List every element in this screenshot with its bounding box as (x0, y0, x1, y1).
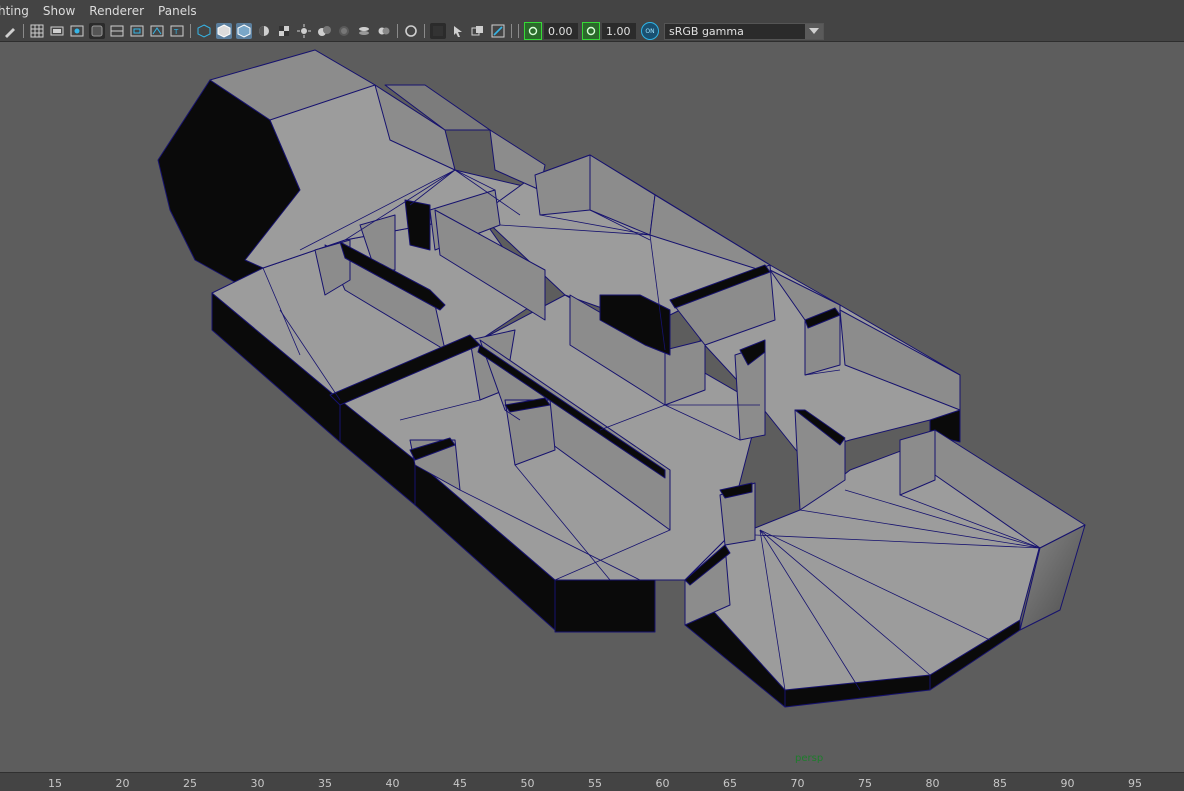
multisample-aa-button[interactable] (356, 23, 372, 39)
use-all-lights-button[interactable] (276, 23, 292, 39)
textured-icon (259, 26, 269, 36)
exposure-field[interactable]: 0.00 (544, 23, 578, 39)
ruler-tick-label: 65 (723, 777, 737, 790)
menu-lighting[interactable]: hting (0, 4, 29, 18)
film-gate-button[interactable] (49, 23, 65, 39)
wireframe-button[interactable]: T (169, 23, 185, 39)
xray-joints-button[interactable] (470, 23, 486, 39)
default-material-button[interactable] (216, 23, 232, 39)
safe-action-icon (130, 25, 144, 37)
view-transform-value: sRGB gamma (669, 24, 744, 38)
color-management-toggle[interactable]: ON (641, 22, 659, 40)
depth-of-field-button[interactable] (376, 23, 392, 39)
shadows-icon (297, 24, 311, 38)
ruler-tick-label: 85 (993, 777, 1007, 790)
xray-icon (433, 26, 443, 36)
wireframe-icon: T (170, 25, 184, 37)
field-chart-button[interactable] (109, 23, 125, 39)
xray-button[interactable] (430, 23, 446, 39)
ruler-tick-label: 95 (1128, 777, 1142, 790)
isolate-select-button[interactable] (403, 23, 419, 39)
panel-toolbar: T 0.00 1.00 ON sRGB gamma (0, 21, 1184, 42)
ruler-tick-label: 55 (588, 777, 602, 790)
gamma-toggle-icon (586, 26, 596, 36)
gate-mask-button[interactable] (89, 23, 105, 39)
multisample-aa-icon (359, 27, 369, 35)
ruler-tick-label: 30 (250, 777, 265, 790)
ruler-tick-label: 90 (1060, 777, 1075, 790)
safe-title-icon (150, 25, 164, 37)
ruler-tick-label: 60 (655, 777, 670, 790)
gate-mask-icon (91, 25, 103, 37)
default-material-icon (217, 24, 231, 38)
ruler-tick-label: 70 (790, 777, 805, 790)
pencil-button[interactable] (2, 23, 18, 39)
ruler-tick-label: 50 (520, 777, 535, 790)
shadows-button[interactable] (296, 23, 312, 39)
depth-of-field-icon (378, 27, 390, 35)
xray-active-icon (454, 26, 462, 37)
resolution-gate-icon (70, 25, 84, 37)
safe-action-button[interactable] (129, 23, 145, 39)
safe-title-button[interactable] (149, 23, 165, 39)
view-transform-dropdown[interactable]: sRGB gamma (664, 22, 824, 40)
ruler-tick-label: 15 (48, 777, 62, 790)
smooth-shade-button[interactable] (196, 23, 212, 39)
menu-renderer[interactable]: Renderer (89, 4, 144, 18)
isolate-select-icon (405, 25, 417, 37)
toolbar-separator (23, 24, 24, 38)
perspective-viewport[interactable] (0, 42, 1184, 772)
wireframe-on-shaded-button[interactable] (236, 23, 252, 39)
motion-blur-icon (339, 26, 349, 36)
menu-panels[interactable]: Panels (158, 4, 197, 18)
menu-show[interactable]: Show (43, 4, 75, 18)
ruler-tick-label: 35 (318, 777, 332, 790)
backface-culling-button[interactable] (490, 23, 506, 39)
toolbar-separator (397, 24, 398, 38)
ruler-tick-label: 40 (385, 777, 400, 790)
scene-mesh[interactable] (0, 42, 1184, 772)
toolbar-separator (190, 24, 191, 38)
screen-space-ao-button[interactable] (316, 23, 332, 39)
grid-button[interactable] (29, 23, 45, 39)
smooth-shade-icon (197, 24, 211, 38)
mesh-side-wall (554, 579, 656, 633)
ruler-tick-label: 75 (858, 777, 872, 790)
field-chart-icon (110, 25, 124, 37)
toolbar-separator (511, 24, 512, 38)
xray-active-button[interactable] (450, 23, 466, 39)
screen-space-ao-icon (318, 26, 331, 36)
exposure-toggle-icon (528, 26, 538, 36)
chevron-down-icon (805, 23, 823, 39)
use-all-lights-icon (279, 26, 289, 36)
xray-joints-icon (471, 26, 483, 36)
wireframe-on-shaded-icon (237, 24, 251, 38)
grid-icon (30, 24, 44, 38)
exposure-toggle-button[interactable] (524, 22, 542, 40)
ruler-tick-label: 80 (925, 777, 940, 790)
ruler-tick-label: 20 (115, 777, 130, 790)
pencil-icon (5, 28, 15, 38)
resolution-gate-button[interactable] (69, 23, 85, 39)
backface-culling-icon (491, 24, 505, 38)
camera-name-label: persp (795, 753, 824, 764)
toolbar-separator (424, 24, 425, 38)
ruler-tick-label: 45 (453, 777, 467, 790)
time-slider-ruler[interactable]: 15 20 25 30 35 40 45 50 55 60 65 70 75 80 85 90 95 (0, 772, 1184, 791)
svg-text:T: T (173, 28, 179, 36)
film-gate-icon (50, 26, 64, 36)
panel-menu-bar: hting Show Renderer Panels (0, 0, 1184, 22)
ruler-tick-label: 25 (183, 777, 197, 790)
motion-blur-button[interactable] (336, 23, 352, 39)
gamma-field[interactable]: 1.00 (602, 23, 636, 39)
gamma-toggle-button[interactable] (582, 22, 600, 40)
toolbar-separator (518, 24, 519, 38)
textured-button[interactable] (256, 23, 272, 39)
